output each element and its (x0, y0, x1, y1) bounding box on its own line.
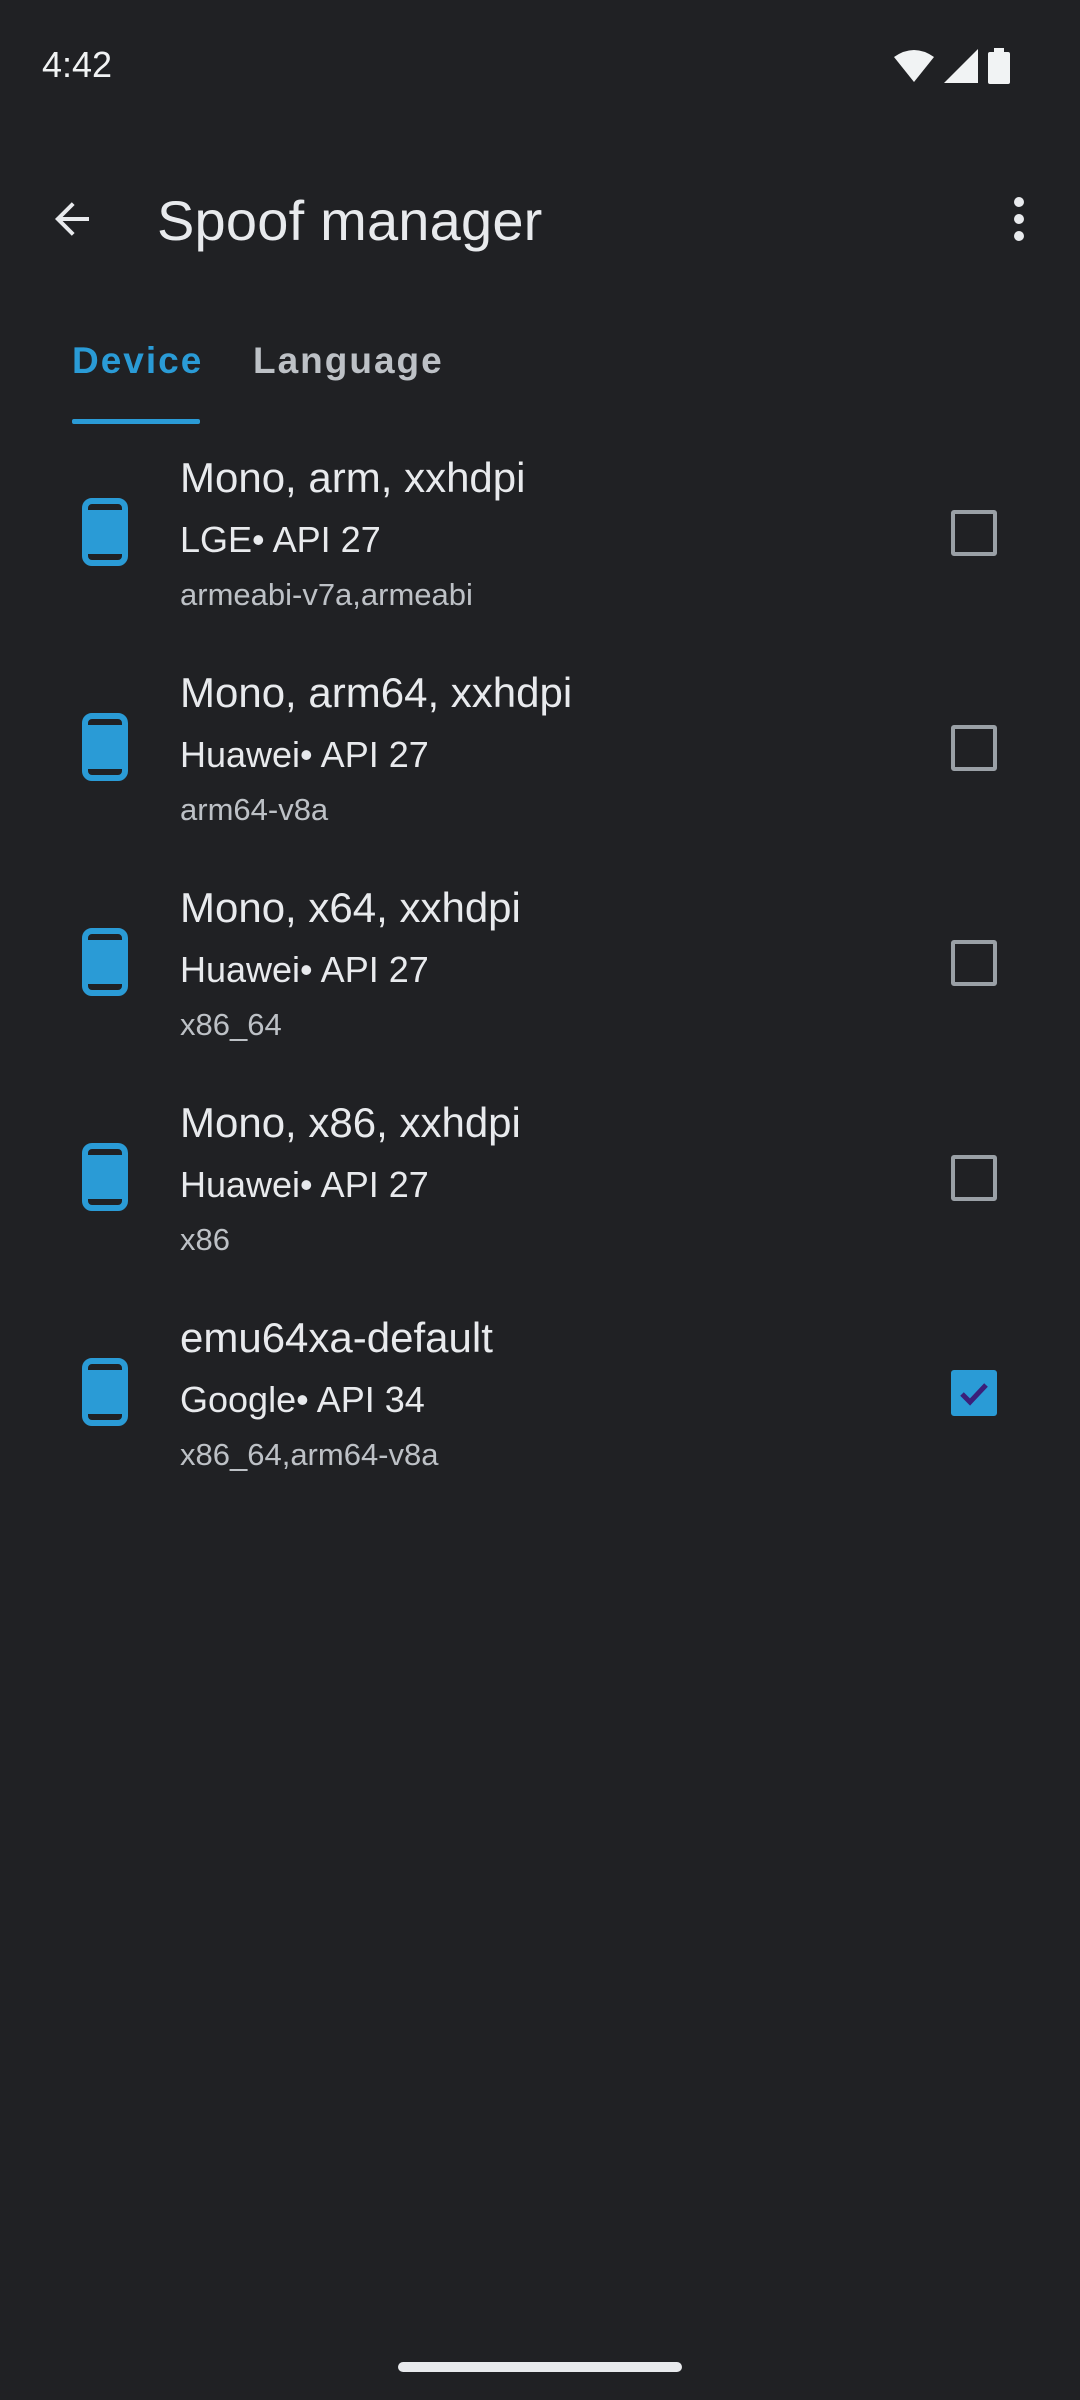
overflow-menu-button[interactable] (986, 182, 1052, 260)
device-list-item[interactable]: Mono, x86, xxhdpi Huawei• API 27 x86 (0, 1085, 1080, 1300)
device-vendor-api: Huawei• API 27 (180, 949, 429, 990)
device-list: Mono, arm, xxhdpi LGE• API 27 armeabi-v7a,… (0, 440, 1080, 1515)
device-text: Mono, x86, xxhdpi Huawei• API 27 x86 (180, 1095, 900, 1261)
smartphone-icon (82, 498, 128, 566)
smartphone-icon (82, 1358, 128, 1426)
tab-device[interactable]: Device (72, 340, 203, 382)
status-bar: 4:42 (0, 0, 1080, 132)
tab-bar: Device Language (0, 320, 1080, 425)
page-title: Spoof manager (157, 189, 543, 252)
status-icons (894, 48, 1010, 84)
device-text: Mono, arm, xxhdpi LGE• API 27 armeabi-v7a,… (180, 450, 900, 616)
more-vert-icon (1013, 195, 1025, 248)
smartphone-icon (82, 928, 128, 996)
device-abi: armeabi-v7a,armeabi (180, 577, 473, 612)
device-list-item[interactable]: Mono, arm, xxhdpi LGE• API 27 armeabi-v7a,… (0, 440, 1080, 655)
device-abi: x86 (180, 1222, 230, 1257)
device-checkbox[interactable] (951, 1370, 997, 1416)
battery-icon (988, 48, 1010, 84)
device-text: Mono, x64, xxhdpi Huawei• API 27 x86_64 (180, 880, 900, 1046)
status-time: 4:42 (42, 44, 113, 85)
wifi-icon (894, 49, 934, 83)
device-list-item[interactable]: emu64xa-default Google• API 34 x86_64,arm6… (0, 1300, 1080, 1515)
gesture-navigation-bar[interactable] (398, 2362, 682, 2372)
device-checkbox[interactable] (951, 510, 997, 556)
device-list-item[interactable]: Mono, x64, xxhdpi Huawei• API 27 x86_64 (0, 870, 1080, 1085)
device-vendor-api: Huawei• API 27 (180, 734, 429, 775)
device-abi: x86_64,arm64-v8a (180, 1437, 439, 1472)
device-name: Mono, arm64, xxhdpi (180, 669, 573, 716)
tab-language[interactable]: Language (253, 340, 444, 382)
device-name: Mono, x64, xxhdpi (180, 884, 521, 931)
device-checkbox[interactable] (951, 725, 997, 771)
device-text: Mono, arm64, xxhdpi Huawei• API 27 arm64-v… (180, 665, 900, 831)
device-checkbox[interactable] (951, 940, 997, 986)
device-text: emu64xa-default Google• API 34 x86_64,arm6… (180, 1310, 900, 1476)
device-list-item[interactable]: Mono, arm64, xxhdpi Huawei• API 27 arm64-v… (0, 655, 1080, 870)
device-vendor-api: LGE• API 27 (180, 519, 381, 560)
device-name: Mono, arm, xxhdpi (180, 454, 526, 501)
back-button[interactable] (34, 182, 112, 260)
cellular-signal-icon (944, 49, 978, 83)
arrow-back-icon (49, 195, 97, 248)
device-name: emu64xa-default (180, 1314, 493, 1361)
device-vendor-api: Huawei• API 27 (180, 1164, 429, 1205)
smartphone-icon (82, 713, 128, 781)
device-name: Mono, x86, xxhdpi (180, 1099, 521, 1146)
app-bar: Spoof manager (0, 160, 1080, 272)
device-checkbox[interactable] (951, 1155, 997, 1201)
device-abi: arm64-v8a (180, 792, 329, 827)
device-vendor-api: Google• API 34 (180, 1379, 425, 1420)
tab-indicator (72, 419, 200, 424)
smartphone-icon (82, 1143, 128, 1211)
device-abi: x86_64 (180, 1007, 282, 1042)
